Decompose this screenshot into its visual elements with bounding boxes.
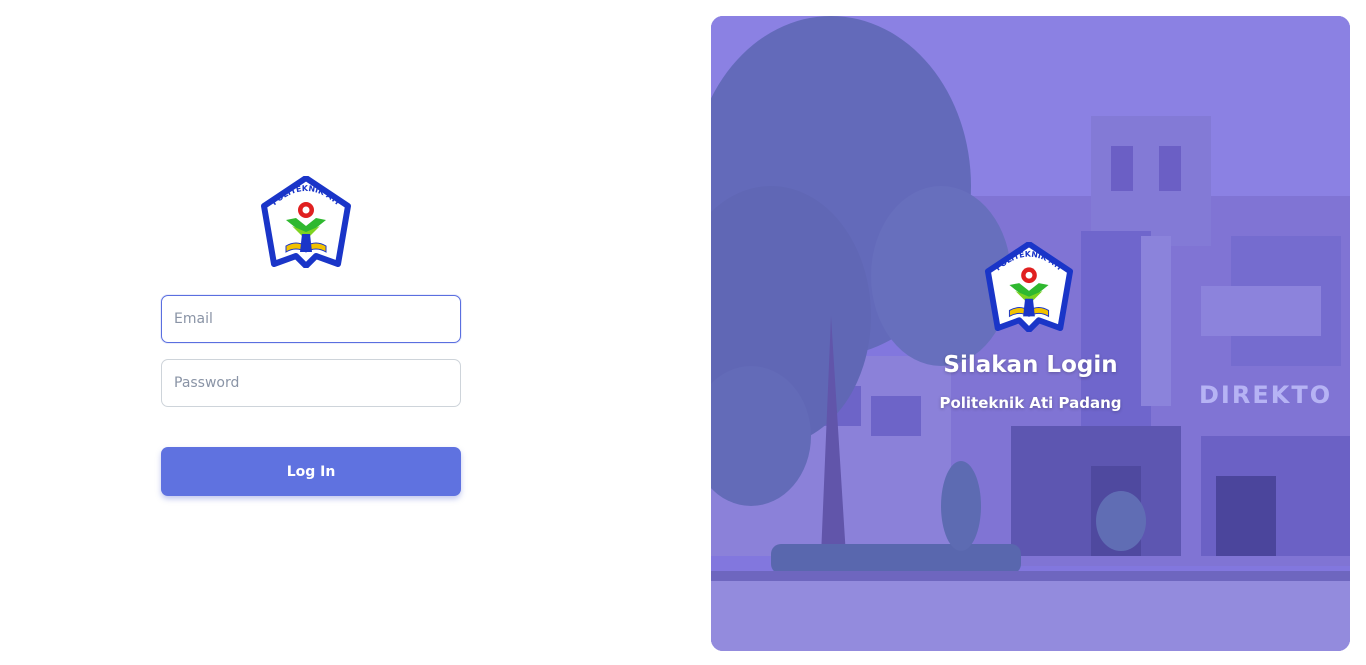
- login-page: POLITEKNIK ATI PADANG Log In: [0, 0, 1366, 665]
- email-input[interactable]: [161, 295, 461, 343]
- hero-subtitle: Politeknik Ati Padang: [939, 394, 1122, 412]
- password-input[interactable]: [161, 359, 461, 407]
- hero-title: Silakan Login: [943, 352, 1118, 378]
- login-button[interactable]: Log In: [161, 447, 461, 496]
- login-panel: POLITEKNIK ATI PADANG Log In: [0, 0, 700, 665]
- purple-overlay: [711, 16, 1350, 651]
- hero-panel: DIREKTO POLITEKNIK ATI PADANG Silakan Lo…: [711, 16, 1350, 651]
- politeknik-logo: POLITEKNIK ATI PADANG: [258, 176, 351, 268]
- politeknik-logo-hero: POLITEKNIK ATI PADANG: [981, 242, 1074, 332]
